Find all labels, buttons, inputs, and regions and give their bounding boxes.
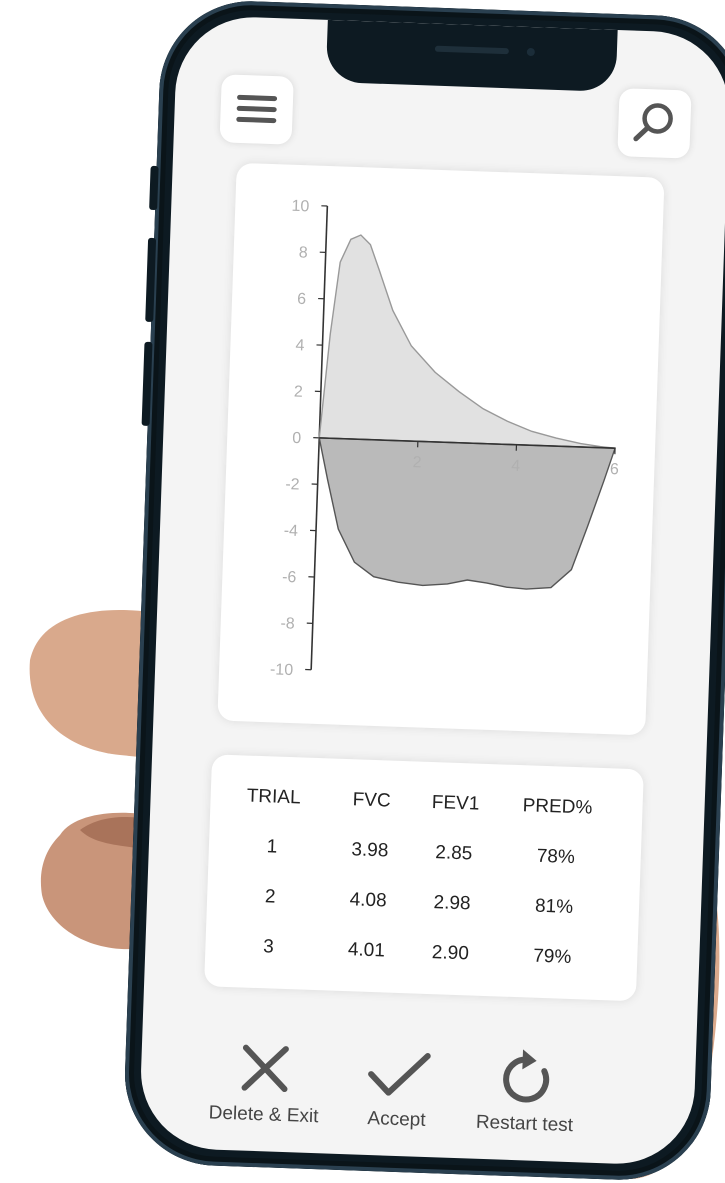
cell-pred: 81% <box>507 895 602 920</box>
x-tick-label: 4 <box>511 458 521 475</box>
cell-fvc: 4.08 <box>335 889 402 913</box>
x-tick-label: 2 <box>412 454 422 471</box>
restart-icon <box>495 1046 557 1108</box>
cell-fvc: 4.01 <box>333 939 400 963</box>
y-tick-label: -10 <box>270 661 294 679</box>
phone-volume-up <box>145 238 156 322</box>
y-tick-label: 10 <box>291 198 309 216</box>
phone-volume-down <box>142 342 153 426</box>
y-tick-label: -6 <box>282 569 297 586</box>
phone-side-button <box>149 166 159 210</box>
search-button[interactable] <box>617 88 691 158</box>
cell-trial: 2 <box>235 885 306 909</box>
search-icon <box>617 88 691 158</box>
y-tick-label: 8 <box>298 244 308 261</box>
y-tick-label: -8 <box>280 615 295 632</box>
menu-button[interactable] <box>220 74 294 144</box>
accept-button[interactable]: Accept <box>341 1041 454 1133</box>
restart-test-button[interactable]: Restart test <box>459 1045 592 1137</box>
y-tick-label: -4 <box>283 522 298 539</box>
checkmark-icon <box>362 1042 434 1104</box>
cell-fvc: 3.98 <box>337 839 404 863</box>
flow-volume-chart: 10 8 6 4 2 0 -2 -4 -6 -8 -10 2 4 6 <box>217 163 664 736</box>
cell-trial: 1 <box>237 835 308 859</box>
table-row: 2 4.08 2.98 81% <box>212 754 644 769</box>
x-tick-label: 6 <box>610 461 620 478</box>
cell-pred: 78% <box>508 845 603 870</box>
header-trial: TRIAL <box>238 785 309 809</box>
cell-fev1: 2.90 <box>415 942 486 966</box>
chart-canvas: 10 8 6 4 2 0 -2 -4 -6 -8 -10 2 4 6 <box>217 163 664 736</box>
cell-fev1: 2.85 <box>418 842 489 866</box>
hamburger-menu-icon <box>220 74 294 144</box>
y-tick-label: -2 <box>285 476 300 493</box>
header-pred: PRED% <box>510 795 605 820</box>
cell-trial: 3 <box>233 935 304 959</box>
restart-test-label: Restart test <box>459 1111 590 1138</box>
cell-pred: 79% <box>505 945 600 970</box>
y-tick-label: 6 <box>297 291 307 308</box>
close-icon <box>234 1037 296 1099</box>
y-tick-label: 2 <box>294 384 304 401</box>
table-row: 1 3.98 2.85 78% <box>212 754 644 769</box>
speaker-grille <box>435 46 509 55</box>
y-tick-label: 4 <box>295 337 305 354</box>
results-table: TRIAL FVC FEV1 PRED% 1 3.98 2.85 78% 2 4… <box>204 754 644 1001</box>
table-row: 3 4.01 2.90 79% <box>212 754 644 769</box>
phone-notch <box>326 20 618 92</box>
front-camera <box>527 48 535 56</box>
expiratory-flow-area <box>319 234 622 448</box>
y-tick-label: 0 <box>292 430 302 447</box>
phone-frame: 10 8 6 4 2 0 -2 -4 -6 -8 -10 2 4 6 TRIAL FVC FEV1 PRE… <box>122 0 725 1183</box>
header-fev1: FEV1 <box>420 792 491 816</box>
accept-label: Accept <box>341 1107 452 1133</box>
cell-fev1: 2.98 <box>417 892 488 916</box>
app-screen: 10 8 6 4 2 0 -2 -4 -6 -8 -10 2 4 6 TRIAL FVC FEV1 PRE… <box>138 15 725 1167</box>
header-fvc: FVC <box>338 789 405 813</box>
delete-exit-button[interactable]: Delete & Exit <box>193 1036 336 1129</box>
delete-exit-label: Delete & Exit <box>193 1102 334 1129</box>
inspiratory-flow-area <box>314 438 615 592</box>
